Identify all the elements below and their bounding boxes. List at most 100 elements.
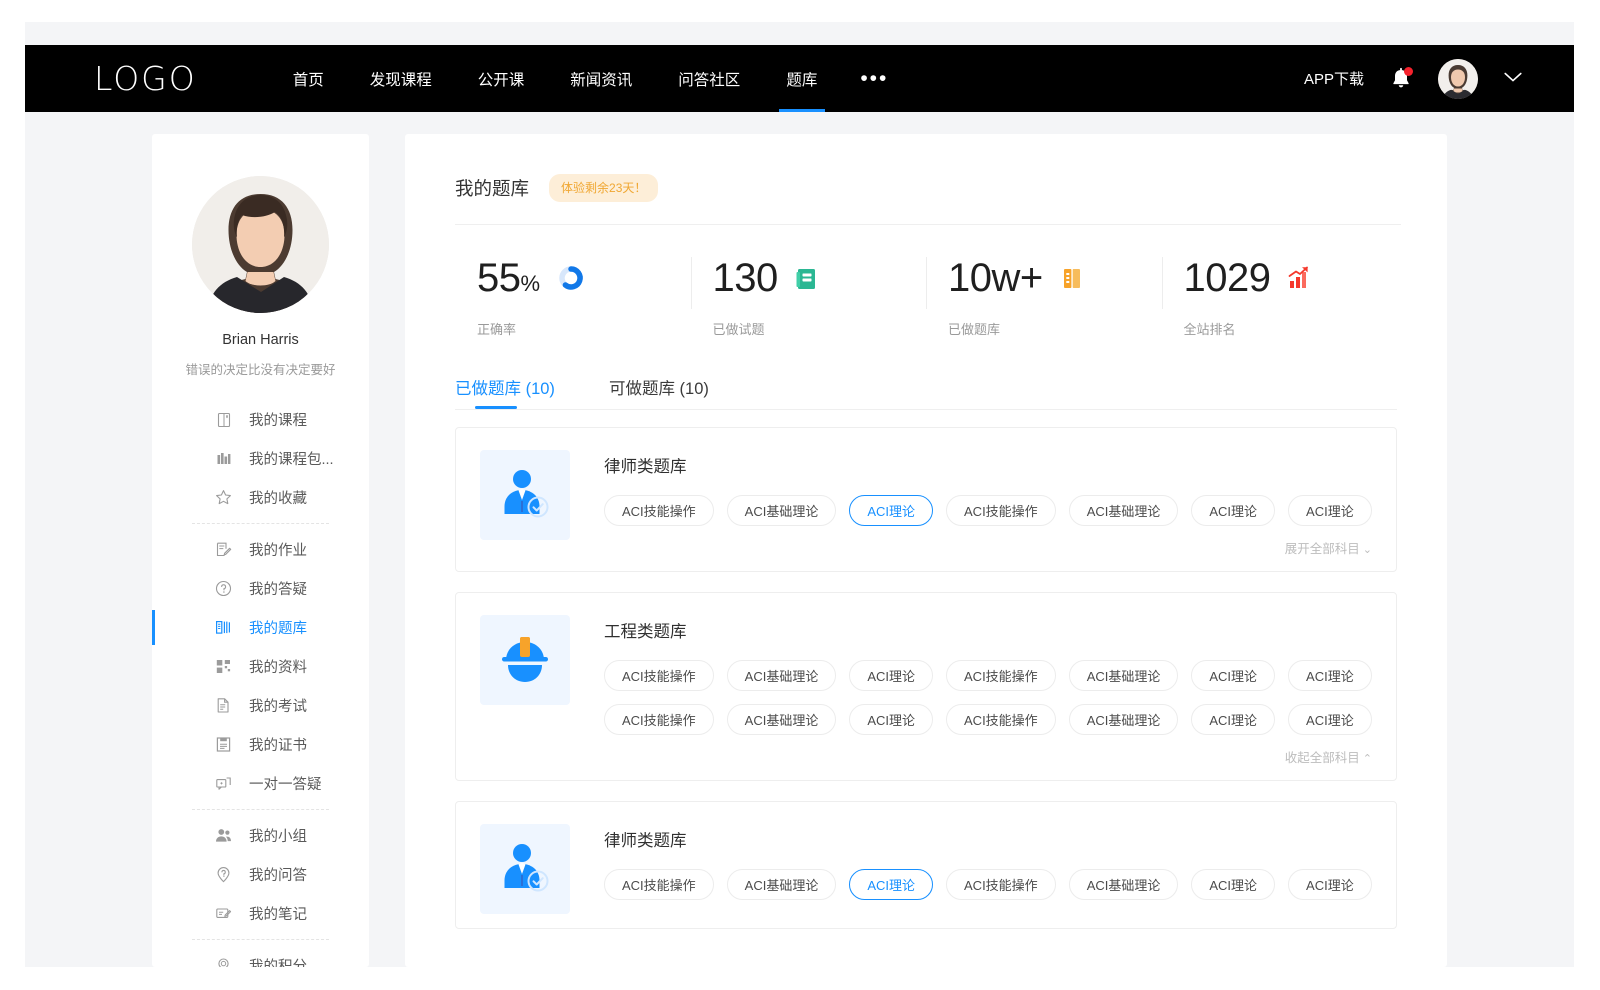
sidebar-item-label: 我的题库 — [249, 617, 307, 638]
question-bank-card[interactable]: 工程类题库 ACI技能操作 ACI基础理论 ACI理论 ACI技能操作 ACI基… — [455, 592, 1397, 781]
tab-done-banks[interactable]: 已做题库 (10) — [455, 375, 555, 409]
subject-chip[interactable]: ACI基础理论 — [727, 704, 837, 735]
sidebar-item-my-homework[interactable]: 我的作业 — [152, 530, 369, 569]
nav-item-qa-community[interactable]: 问答社区 — [655, 45, 763, 112]
subject-chip[interactable]: ACI技能操作 — [946, 660, 1056, 691]
sidebar-item-label: 我的答疑 — [249, 578, 307, 599]
sidebar-item-my-exams[interactable]: 我的考试 — [152, 686, 369, 725]
sidebar-item-my-certificates[interactable]: 我的证书 — [152, 725, 369, 764]
nav-item-more-icon[interactable]: ••• — [840, 45, 908, 112]
nav-item-open-class[interactable]: 公开课 — [455, 45, 548, 112]
nav-item-question-bank[interactable]: 题库 — [763, 45, 840, 112]
sidebar-item-label: 我的笔记 — [249, 903, 307, 924]
subject-chip-selected[interactable]: ACI理论 — [849, 869, 933, 900]
sidebar-item-my-group[interactable]: 我的小组 — [152, 816, 369, 855]
subject-chip[interactable]: ACI理论 — [1191, 704, 1275, 735]
material-icon — [215, 658, 232, 675]
note-pen-icon — [215, 905, 232, 922]
chevron-down-icon[interactable] — [1504, 70, 1522, 88]
homework-icon — [215, 541, 232, 558]
subject-chip-selected[interactable]: ACI理论 — [849, 495, 933, 526]
question-bank-card-list: 律师类题库 ACI技能操作 ACI基础理论 ACI理论 ACI技能操作 ACI基… — [455, 427, 1397, 929]
subject-chip[interactable]: ACI技能操作 — [604, 704, 714, 735]
sidebar-item-my-favorites[interactable]: 我的收藏 — [152, 478, 369, 517]
sidebar-item-label: 我的课程 — [249, 409, 307, 430]
sidebar-item-label: 我的作业 — [249, 539, 307, 560]
subject-chip[interactable]: ACI技能操作 — [946, 869, 1056, 900]
star-icon — [215, 489, 232, 506]
subject-chip[interactable]: ACI理论 — [1288, 660, 1372, 691]
subject-chip[interactable]: ACI技能操作 — [604, 495, 714, 526]
avatar[interactable] — [1438, 59, 1478, 99]
sidebar-item-one-on-one-qa[interactable]: 一对一答疑 — [152, 764, 369, 803]
bell-icon[interactable] — [1390, 67, 1412, 91]
ranking-chart-icon — [1286, 265, 1312, 291]
subject-chip[interactable]: ACI技能操作 — [946, 495, 1056, 526]
subject-chip-list: ACI技能操作 ACI基础理论 ACI理论 ACI技能操作 ACI基础理论 AC… — [604, 869, 1372, 900]
subject-chip[interactable]: ACI理论 — [1191, 869, 1275, 900]
app-download-link[interactable]: APP下载 — [1304, 68, 1364, 89]
subject-chip[interactable]: ACI理论 — [1191, 495, 1275, 526]
subject-chip[interactable]: ACI技能操作 — [604, 660, 714, 691]
left-sidebar: Brian Harris 错误的决定比没有决定要好 我的课程 我的课程包... — [152, 134, 369, 967]
subject-chip[interactable]: ACI基础理论 — [1069, 704, 1179, 735]
sidebar-item-label: 我的问答 — [249, 864, 307, 885]
subject-chip[interactable]: ACI理论 — [1288, 704, 1372, 735]
exam-doc-icon — [215, 697, 232, 714]
expand-all-subjects-link[interactable]: 展开全部科目⌄ — [604, 538, 1372, 557]
sidebar-item-my-course-packages[interactable]: 我的课程包... — [152, 439, 369, 478]
group-icon — [215, 827, 232, 844]
location-question-icon — [215, 866, 232, 883]
subject-chip[interactable]: ACI基础理论 — [727, 660, 837, 691]
subject-chip[interactable]: ACI基础理论 — [727, 495, 837, 526]
user-profile-block: Brian Harris 错误的决定比没有决定要好 — [152, 134, 369, 378]
subject-chip[interactable]: ACI理论 — [1288, 495, 1372, 526]
site-logo[interactable]: LOGO — [94, 62, 197, 95]
tab-available-banks[interactable]: 可做题库 (10) — [609, 375, 709, 409]
sidebar-item-my-question-bank[interactable]: 我的题库 — [152, 608, 369, 647]
nav-item-discover-courses[interactable]: 发现课程 — [347, 45, 455, 112]
subject-chip[interactable]: ACI理论 — [1288, 869, 1372, 900]
top-nav-right: APP下载 — [1304, 59, 1522, 99]
sidebar-item-my-qa[interactable]: 我的答疑 — [152, 569, 369, 608]
sidebar-item-my-points[interactable]: 我的积分 — [152, 946, 369, 967]
subject-chip[interactable]: ACI基础理论 — [1069, 660, 1179, 691]
user-avatar-large[interactable] — [192, 176, 329, 313]
sidebar-item-my-questions[interactable]: 我的问答 — [152, 855, 369, 894]
notification-badge — [1404, 67, 1413, 76]
subject-chip[interactable]: ACI理论 — [1191, 660, 1275, 691]
subject-chip[interactable]: ACI技能操作 — [946, 704, 1056, 735]
sidebar-item-my-materials[interactable]: 我的资料 — [152, 647, 369, 686]
question-bank-card[interactable]: 律师类题库 ACI技能操作 ACI基础理论 ACI理论 ACI技能操作 ACI基… — [455, 427, 1397, 572]
hard-hat-icon — [480, 615, 570, 705]
card-body: 工程类题库 ACI技能操作 ACI基础理论 ACI理论 ACI技能操作 ACI基… — [604, 615, 1372, 766]
sidebar-divider — [192, 809, 329, 810]
subject-chip[interactable]: ACI基础理论 — [1069, 869, 1179, 900]
sidebar-item-my-notes[interactable]: 我的笔记 — [152, 894, 369, 933]
stats-row: 55% 正确率 130 — [455, 253, 1397, 349]
subject-chip[interactable]: ACI理论 — [849, 704, 933, 735]
subject-chip[interactable]: ACI基础理论 — [1069, 495, 1179, 526]
card-body: 律师类题库 ACI技能操作 ACI基础理论 ACI理论 ACI技能操作 ACI基… — [604, 824, 1372, 914]
sidebar-item-my-courses[interactable]: 我的课程 — [152, 400, 369, 439]
question-bank-card[interactable]: 律师类题库 ACI技能操作 ACI基础理论 ACI理论 ACI技能操作 ACI基… — [455, 801, 1397, 929]
nav-item-news[interactable]: 新闻资讯 — [547, 45, 655, 112]
expand-link-label: 展开全部科目 — [1285, 542, 1360, 556]
subject-chip[interactable]: ACI技能操作 — [604, 869, 714, 900]
open-book-icon — [1059, 264, 1085, 292]
subject-chip-list: ACI技能操作 ACI基础理论 ACI理论 ACI技能操作 ACI基础理论 AC… — [604, 660, 1372, 735]
subject-chip[interactable]: ACI基础理论 — [727, 869, 837, 900]
nav-item-home[interactable]: 首页 — [270, 45, 347, 112]
collapse-all-subjects-link[interactable]: 收起全部科目⌃ — [604, 747, 1372, 766]
donut-chart-icon — [556, 263, 586, 293]
subject-chip[interactable]: ACI理论 — [849, 660, 933, 691]
sidebar-user-name: Brian Harris — [152, 332, 369, 348]
points-medal-icon — [215, 957, 232, 967]
main-header: 我的题库 体验剩余23天！ — [455, 174, 1401, 225]
stat-value: 55% — [477, 258, 540, 298]
app-page: LOGO 首页 发现课程 公开课 新闻资讯 问答社区 题库 ••• APP下载 — [25, 22, 1574, 967]
sidebar-item-label: 我的证书 — [249, 734, 307, 755]
sidebar-divider — [192, 523, 329, 524]
page-title: 我的题库 — [455, 175, 529, 201]
stat-site-ranking: 1029 全站排名 — [1162, 253, 1398, 349]
